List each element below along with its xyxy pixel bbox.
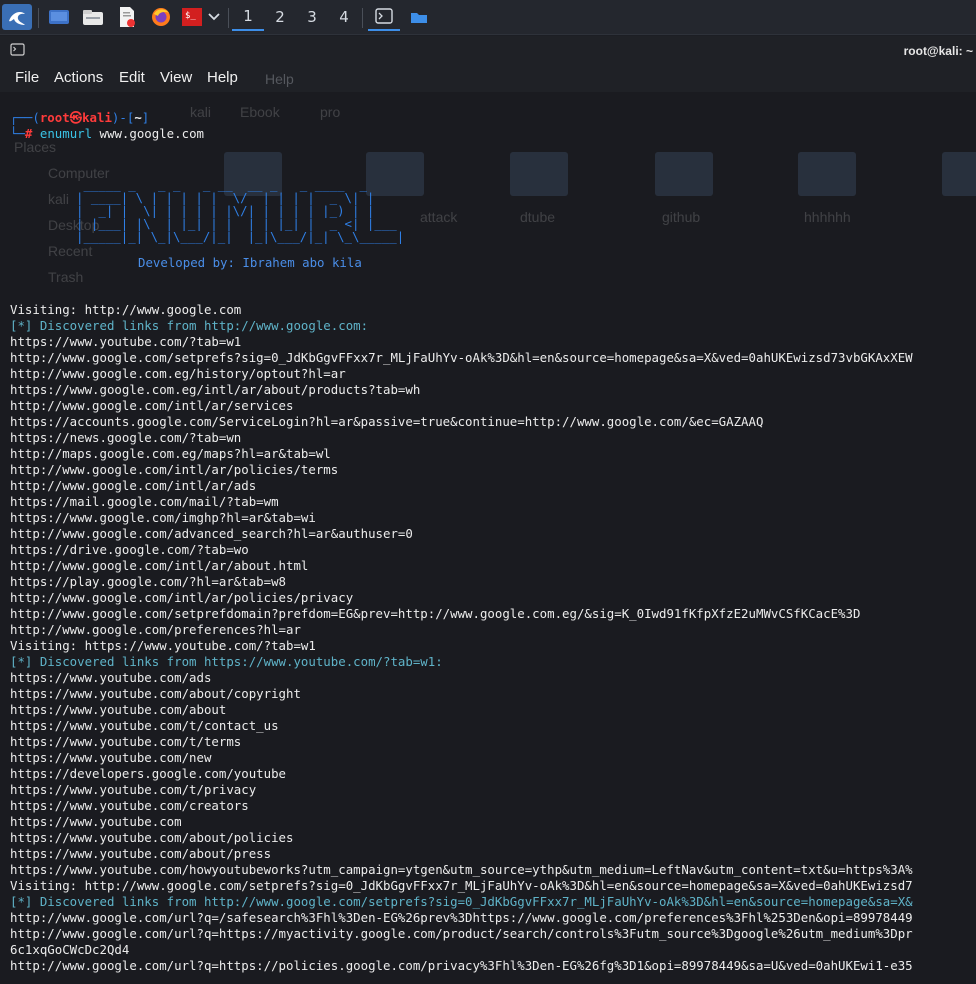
output-line: https://www.youtube.com/about [10, 702, 227, 717]
ghost-sidebar-item: Recent [48, 243, 93, 259]
output-line: http://www.google.com/url?q=https://myac… [10, 926, 913, 941]
top-panel: $_ 1 2 3 4 [0, 0, 976, 35]
output-line: http://www.google.com/url?q=/safesearch%… [10, 910, 913, 925]
output-line: http://www.google.com/intl/ar/policies/p… [10, 590, 354, 605]
output-line: https://www.youtube.com/about/policies [10, 830, 294, 845]
discovered-header: [*] Discovered links from https://www.yo… [10, 654, 443, 669]
output-line: Visiting: http://www.google.com [10, 302, 242, 317]
menu-view[interactable]: View [160, 69, 192, 86]
output-line: http://www.google.com/setprefdomain?pref… [10, 606, 861, 621]
terminal-icon [375, 8, 393, 24]
developed-by: Developed by: Ibrahem abo kila [138, 255, 362, 270]
window-title: root@kali: ~ [903, 44, 973, 58]
workspace-3[interactable]: 3 [296, 3, 328, 31]
ghost-folder-label: github [662, 209, 701, 225]
output-line: https://drive.google.com/?tab=wo [10, 542, 249, 557]
prompt-dir: ~ [134, 110, 142, 125]
kali-dragon-icon[interactable] [2, 4, 32, 30]
svg-text:$_: $_ [185, 11, 196, 21]
ghost-sidebar-item: Trash [48, 269, 84, 285]
output-line: http://www.google.com.eg/history/optout?… [10, 366, 346, 381]
output-line: https://accounts.google.com/ServiceLogin… [10, 414, 764, 429]
panel-separator [362, 8, 363, 28]
ghost-folder-label: attack [420, 209, 458, 225]
output-line: https://play.google.com/?hl=ar&tab=w8 [10, 574, 287, 589]
output-line: https://www.youtube.com/t/privacy [10, 782, 257, 797]
output-line: http://www.google.com/intl/ar/services [10, 398, 294, 413]
ghost-folder-label: dtube [520, 209, 556, 225]
menu-file[interactable]: File [15, 69, 39, 86]
ghost-folder-icon [942, 152, 976, 196]
menu-actions[interactable]: Actions [54, 69, 103, 86]
output-line: http://www.google.com/intl/ar/ads [10, 478, 257, 493]
ghost-sidebar-item: kali [48, 191, 70, 207]
output-line: http://www.google.com/url?q=https://poli… [10, 958, 913, 973]
terminal-window-icon [10, 43, 26, 62]
command-line: └─# enumurl www.google.com [10, 126, 204, 141]
ghost-path-item: kali [190, 104, 212, 120]
discovered-header: [*] Discovered links from http://www.goo… [10, 894, 913, 909]
prompt-line: ┌──(root㉿kali)-[~] [10, 110, 150, 125]
chevron-down-icon[interactable] [206, 4, 222, 30]
ascii-banner: _____ _ _ _ _ __ __ _ _ ____ _ | ____| \… [76, 177, 405, 244]
output-line: https://www.youtube.com/about/copyright [10, 686, 301, 701]
output-line: https://www.google.com.eg/intl/ar/about/… [10, 382, 421, 397]
output-line: https://www.youtube.com/t/contact_us [10, 718, 279, 733]
panel-separator [38, 8, 39, 28]
output-line: 6c1xqGoCWcDc2Qd4 [10, 942, 130, 957]
menu-edit[interactable]: Edit [119, 69, 145, 86]
ghost-folder-icon [655, 152, 713, 196]
output-line: https://news.google.com/?tab=wn [10, 430, 242, 445]
command-arg: www.google.com [99, 126, 204, 141]
discovered-header: [*] Discovered links from http://www.goo… [10, 318, 369, 333]
ghost-path-item: Ebook [240, 104, 280, 120]
output-line: Visiting: http://www.google.com/setprefs… [10, 878, 913, 893]
ghost-menu-help: Help [265, 71, 294, 87]
ghost-folder-label: hhhhhh [804, 209, 851, 225]
output-line: https://www.youtube.com [10, 814, 182, 829]
workspace-2[interactable]: 2 [264, 3, 296, 31]
terminal-emulator-icon[interactable]: $_ [180, 4, 204, 30]
ghost-path-item: pro [320, 104, 341, 120]
command-name: enumurl [39, 126, 93, 141]
show-desktop-icon[interactable] [46, 4, 72, 30]
taskbar-terminal-window[interactable] [368, 3, 400, 31]
text-editor-icon[interactable] [114, 4, 140, 30]
output-line: http://www.google.com/intl/ar/policies/t… [10, 462, 339, 477]
output-line: https://www.google.com/imghp?hl=ar&tab=w… [10, 510, 316, 525]
output-line: https://www.youtube.com/howyoutubeworks?… [10, 862, 913, 877]
window-titlebar: root@kali: ~ [0, 36, 976, 64]
terminal-output[interactable]: Places Computer kali Desktop Recent Tras… [0, 92, 976, 984]
output-line: https://www.youtube.com/ads [10, 670, 212, 685]
prompt-user: root㉿kali [39, 110, 112, 125]
workspace-4[interactable]: 4 [328, 3, 360, 31]
taskbar-folder-window[interactable] [404, 4, 434, 30]
menu-bar: File Actions Edit View Help [0, 64, 976, 92]
output-line: http://www.google.com/advanced_search?hl… [10, 526, 413, 541]
output-line: http://www.google.com/intl/ar/about.html [10, 558, 309, 573]
output-line: http://www.google.com/preferences?hl=ar [10, 622, 301, 637]
ghost-folder-icon [798, 152, 856, 196]
ghost-folder-icon [510, 152, 568, 196]
output-line: http://maps.google.com.eg/maps?hl=ar&tab… [10, 446, 331, 461]
output-line: https://www.youtube.com/t/terms [10, 734, 242, 749]
output-line: https://www.youtube.com/new [10, 750, 212, 765]
workspace-1[interactable]: 1 [232, 3, 264, 31]
folder-icon [411, 13, 427, 23]
output-line: https://mail.google.com/mail/?tab=wm [10, 494, 279, 509]
output-line: https://www.youtube.com/?tab=w1 [10, 334, 242, 349]
firefox-icon[interactable] [148, 4, 174, 30]
panel-separator [228, 8, 229, 28]
menu-help[interactable]: Help [207, 69, 238, 86]
output-line: https://www.youtube.com/about/press [10, 846, 272, 861]
output-line: http://www.google.com/setprefs?sig=0_JdK… [10, 350, 913, 365]
output-line: Visiting: https://www.youtube.com/?tab=w… [10, 638, 316, 653]
output-line: https://developers.google.com/youtube [10, 766, 287, 781]
file-manager-icon[interactable] [80, 4, 106, 30]
output-line: https://www.youtube.com/creators [10, 798, 249, 813]
